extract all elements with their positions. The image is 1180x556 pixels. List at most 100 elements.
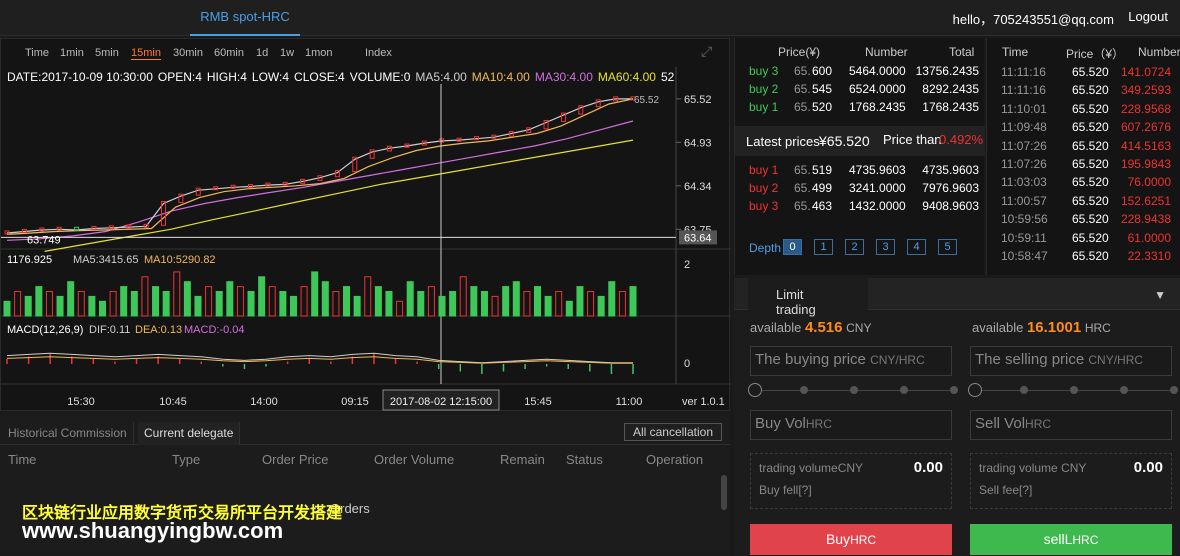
order-price-int: 65. [794, 199, 811, 213]
sell-vol-unit: HRC [1025, 417, 1052, 431]
volume-bar [14, 291, 22, 317]
sell-fee-label[interactable]: Sell fee[?] [979, 483, 1032, 497]
info-low: LOW:4 [251, 70, 290, 84]
trade-price: 65.520 [1072, 249, 1109, 263]
sell-price-placeholder: The selling price [975, 351, 1085, 368]
low-marker: 63.749 [27, 234, 61, 246]
available-sell-label: available [972, 320, 1024, 335]
sell-hrc-button[interactable]: sellLHRC [970, 524, 1172, 555]
order-label: buy 1 [749, 100, 779, 114]
period-30min[interactable]: 30min [173, 47, 203, 59]
sell-amount-slider[interactable] [968, 383, 1178, 397]
trade-number: 228.9568 [1120, 101, 1171, 116]
period-1w[interactable]: 1w [280, 47, 294, 59]
period-60min[interactable]: 60min [214, 47, 244, 59]
volume-bar [480, 291, 488, 317]
depth-button-2[interactable]: 2 [845, 239, 864, 255]
trade-price: 65.520 [1072, 230, 1109, 245]
tab-limit-trading[interactable]: Limit trading [748, 278, 868, 317]
volume-bar [629, 286, 637, 317]
available-sell-unit: HRC [1084, 321, 1111, 335]
order-price-dec: 600 [812, 64, 833, 78]
volume-bar [311, 271, 319, 317]
trade-row: 11:11:16 65.520 141.0724 [987, 65, 1180, 83]
available-sell: available 16.1001 HRC [972, 319, 1111, 336]
order-number: 5464.0000 [849, 64, 906, 78]
volume-bar [24, 295, 32, 317]
triangle-down-icon[interactable]: ▼ [1154, 288, 1166, 302]
sell-trading-volume-label: trading volume CNY [979, 461, 1087, 475]
trade-time: 11:11:16 [1001, 83, 1046, 98]
sell-volume-input[interactable]: Sell VolHRC [970, 410, 1172, 440]
buy-price-input[interactable]: The buying price CNY/HRC [750, 346, 952, 376]
trade-row: 11:00:57 65.520 152.6251 [987, 194, 1180, 212]
fullscreen-icon[interactable]: ⤢ [701, 43, 717, 59]
depth-button-5[interactable]: 5 [938, 239, 957, 255]
order-price-dec: 545 [812, 82, 833, 96]
depth-button-3[interactable]: 3 [876, 239, 895, 255]
order-total: 4735.9603 [922, 163, 979, 177]
order-number: 3241.0000 [849, 181, 906, 195]
ma5-line [6, 98, 633, 234]
volume-bar [258, 276, 266, 317]
volume-bar [162, 291, 170, 317]
tab-rmb-spot-hrc[interactable]: RMB spot-HRC [190, 0, 300, 36]
latest-price-bar: Latest prices ¥65.520 Price than 0.492% [735, 126, 985, 156]
kline-chart[interactable]: 65.5264.9364.3463.7563.6463.74965.521176… [1, 39, 731, 412]
volume-bar [35, 286, 43, 317]
volume-bar [268, 286, 276, 317]
buys-row[interactable]: buy 3 65. 463 1432.0000 9408.9603 [735, 199, 985, 217]
sells-row[interactable]: buy 2 65. 545 6524.0000 8292.2435 [735, 82, 985, 100]
buy-fee-label[interactable]: Buy fell[?] [759, 483, 812, 497]
buys-row[interactable]: buy 2 65. 499 3241.0000 7976.9603 [735, 181, 985, 199]
volume-bar [88, 295, 96, 317]
volume-bar [67, 281, 75, 317]
order-book: Price(¥) Number Total buy 3 65. 600 5464.00… [734, 38, 985, 275]
sells-row[interactable]: buy 1 65. 520 1768.2435 1768.2435 [735, 100, 985, 118]
buys-row[interactable]: buy 1 65. 519 4735.9603 4735.9603 [735, 163, 985, 181]
trade-row: 11:07:26 65.520 195.9843 [987, 157, 1180, 175]
volume-bar [141, 276, 149, 317]
buy-amount-slider[interactable] [748, 383, 958, 397]
info-close: CLOSE:4 [294, 70, 345, 84]
info-ma5: MA5:4.00 [415, 70, 467, 84]
period-1mon[interactable]: 1mon [305, 47, 333, 59]
volume-bar [45, 291, 53, 317]
price-tick-label: 64.34 [684, 181, 712, 193]
volume-bar [332, 291, 340, 317]
depth-button-1[interactable]: 1 [814, 239, 833, 255]
volume-bar [459, 276, 467, 317]
tab-current-delegate[interactable]: Current delegate [138, 422, 241, 445]
volume-bar [300, 286, 308, 317]
sells-row[interactable]: buy 3 65. 600 5464.0000 13756.2435 [735, 64, 985, 82]
volume-bar [608, 281, 616, 317]
period-5min[interactable]: 5min [95, 47, 119, 59]
trade-panel: Limit trading ▼ available 4.516 CNY avai… [734, 278, 1180, 555]
volume-bar [523, 291, 531, 317]
buy-volume-input[interactable]: Buy VolHRC [750, 410, 952, 440]
all-cancellation-button[interactable]: All cancellation [623, 423, 722, 441]
trade-time: 11:07:26 [1001, 138, 1047, 153]
info-open: OPEN:4 [157, 70, 202, 84]
time-label: 09:15 [341, 396, 369, 408]
watermark-url: www.shuangyingbw.com [22, 518, 284, 543]
price-tick-label: 65.52 [684, 94, 712, 106]
volume-bar [353, 295, 361, 317]
trade-price: 65.520 [1072, 120, 1109, 135]
depth-button-4[interactable]: 4 [907, 239, 926, 255]
trades-header-price: Price（¥） [1066, 47, 1125, 61]
period-1min[interactable]: 1min [60, 47, 84, 59]
logout-link[interactable]: Logout [1128, 9, 1168, 24]
period-index[interactable]: Index [365, 47, 392, 59]
orders-scrollbar[interactable] [721, 475, 727, 510]
buy-hrc-button[interactable]: BuyHRC [750, 524, 952, 555]
period-1d[interactable]: 1d [256, 47, 268, 59]
tab-historical-commission[interactable]: Historical Commission [2, 422, 134, 445]
order-price-dec: 519 [812, 163, 833, 177]
trade-time: 11:07:26 [1001, 157, 1047, 171]
depth-button-0[interactable]: 0 [783, 239, 802, 255]
period-15min[interactable]: 15min [131, 47, 161, 60]
period-time[interactable]: Time [25, 47, 49, 59]
volume-bar [544, 295, 552, 317]
sell-price-input[interactable]: The selling price CNY/HRC [970, 346, 1172, 376]
